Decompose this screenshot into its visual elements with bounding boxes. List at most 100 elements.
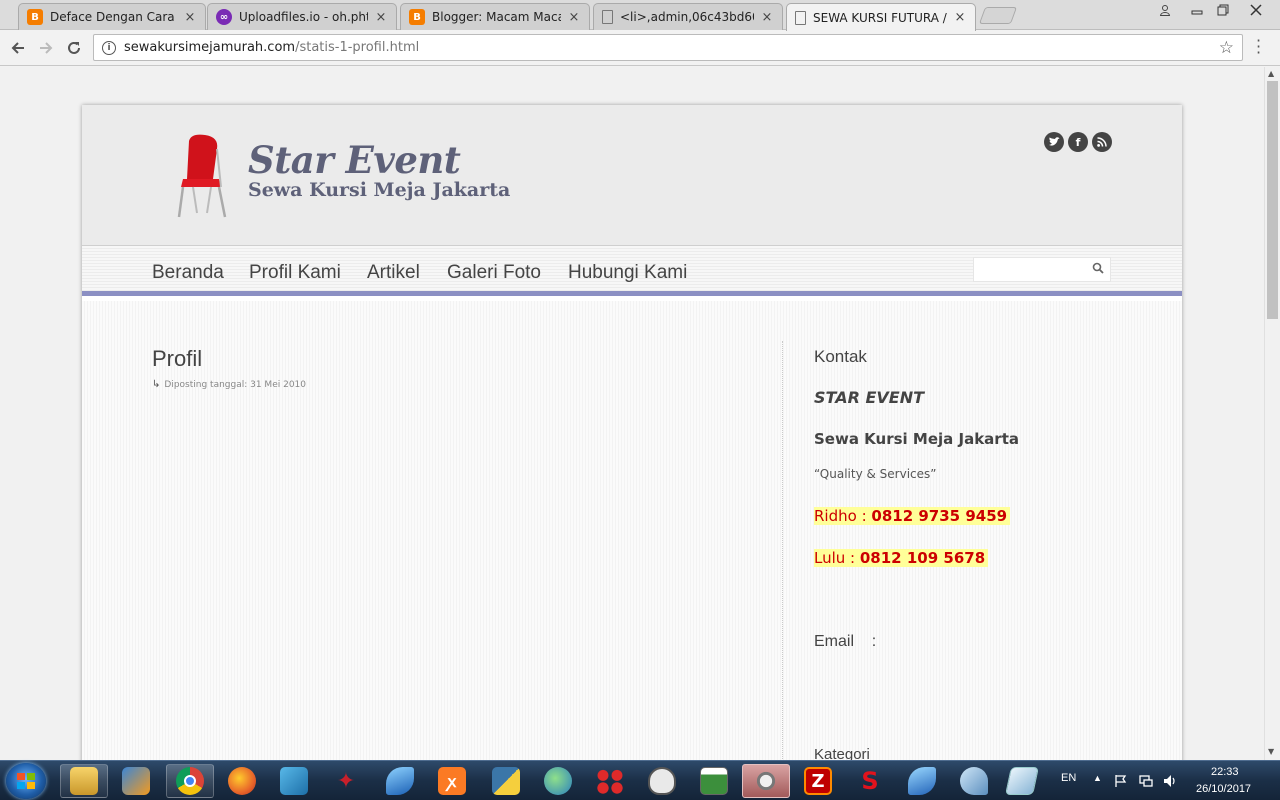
tab-close-icon[interactable]: ×	[183, 10, 197, 25]
windows-taskbar: ✦ ꭗ Z S EN ▲ 22:33 26/10/2017	[0, 760, 1280, 800]
bird-icon	[960, 767, 988, 795]
phone-label: Ridho :	[814, 507, 872, 525]
language-indicator[interactable]: EN	[1061, 772, 1076, 784]
scroll-down-icon[interactable]: ▼	[1268, 747, 1274, 756]
fin-icon	[908, 767, 936, 795]
folder-icon	[70, 767, 98, 795]
taskbar-network[interactable]	[534, 764, 582, 798]
fin-icon	[386, 767, 414, 795]
search-input[interactable]	[974, 258, 1084, 281]
brand-title[interactable]: Star Event	[248, 138, 461, 182]
tri-logo-icon: ✦	[336, 768, 356, 794]
new-tab-button[interactable]	[978, 7, 1018, 24]
twitter-icon[interactable]	[1044, 132, 1064, 152]
nav-galeri-foto[interactable]: Galeri Foto	[447, 262, 541, 284]
nav-artikel[interactable]: Artikel	[367, 262, 420, 284]
taskbar-firefox[interactable]	[218, 764, 266, 798]
document-icon	[602, 10, 613, 24]
facebook-icon[interactable]: f	[1068, 132, 1088, 152]
nav-hubungi-kami[interactable]: Hubungi Kami	[568, 262, 687, 284]
company-name: STAR EVENT	[814, 388, 925, 407]
forward-button[interactable]	[35, 37, 57, 59]
taskbar-app-bird[interactable]	[950, 764, 998, 798]
phone-number: 0812 109 5678	[859, 549, 986, 567]
tab-deface[interactable]: B Deface Dengan Cara Reg ×	[18, 3, 206, 30]
tab-close-icon[interactable]: ×	[567, 10, 581, 25]
taskbar-explorer[interactable]	[60, 764, 108, 798]
meta-arrow-icon: ↳	[152, 379, 161, 390]
bookmark-star-icon[interactable]: ☆	[1219, 38, 1234, 58]
restore-button[interactable]	[1210, 0, 1236, 20]
tab-sewa-kursi[interactable]: SEWA KURSI FUTURA / K ×	[786, 3, 976, 31]
media-player-icon	[122, 767, 150, 795]
taskbar-app-badge[interactable]	[638, 764, 686, 798]
taskbar-app-red-tri[interactable]: ✦	[322, 764, 370, 798]
email-label: Email :	[814, 633, 877, 650]
minimize-button[interactable]	[1184, 0, 1210, 20]
document-icon	[795, 10, 806, 25]
page-title: Profil	[152, 346, 203, 371]
tray-expand-icon[interactable]: ▲	[1093, 773, 1102, 783]
phone-lulu: Lulu : 0812 109 5678	[814, 549, 989, 567]
tab-uploadfiles[interactable]: ∞ Uploadfiles.io - oh.phtml ×	[207, 3, 397, 30]
taskbar-app-glass[interactable]	[998, 764, 1046, 798]
restore-icon	[1217, 4, 1229, 16]
start-button[interactable]	[6, 763, 46, 799]
rss-icon[interactable]	[1092, 132, 1112, 152]
firefox-icon	[228, 767, 256, 795]
flag-tray-icon[interactable]	[1114, 774, 1128, 788]
taskbar-app-fin[interactable]	[376, 764, 424, 798]
taskbar-app-s[interactable]: S	[846, 764, 894, 798]
twitter-bird-icon	[1049, 137, 1060, 146]
tab-close-icon[interactable]: ×	[374, 10, 388, 25]
site-container: Star Event Sewa Kursi Meja Jakarta f Ber…	[82, 105, 1182, 760]
scroll-up-icon[interactable]: ▲	[1268, 69, 1274, 78]
filezilla-icon: Z	[804, 767, 832, 795]
taskbar-media-player[interactable]	[112, 764, 160, 798]
taskbar-python[interactable]	[482, 764, 530, 798]
reload-button[interactable]	[63, 37, 85, 59]
taskbar-app-active[interactable]	[742, 764, 790, 798]
clock-date[interactable]: 26/10/2017	[1196, 783, 1251, 795]
content-area: Profil ↳ Diposting tanggal: 31 Mei 2010 K…	[82, 301, 1182, 760]
phone-ridho: Ridho : 0812 9735 9459	[814, 507, 1011, 525]
tab-title: Uploadfiles.io - oh.phtml	[239, 10, 368, 24]
column-divider	[782, 341, 783, 760]
taskbar-chrome[interactable]	[166, 764, 214, 798]
tab-close-icon[interactable]: ×	[760, 10, 774, 25]
taskbar-app-dots[interactable]	[586, 764, 634, 798]
user-profile-button[interactable]	[1154, 0, 1176, 20]
back-button[interactable]	[7, 37, 29, 59]
search-icon[interactable]	[1092, 262, 1104, 274]
rss-feed-icon	[1097, 137, 1107, 147]
tab-close-icon[interactable]: ×	[953, 10, 967, 25]
nav-profil-kami[interactable]: Profil Kami	[249, 262, 341, 284]
browser-menu-icon[interactable]: · · ·	[1256, 33, 1261, 61]
post-meta: ↳ Diposting tanggal: 31 Mei 2010	[152, 379, 306, 390]
site-search	[973, 257, 1111, 282]
tab-title: Deface Dengan Cara Reg	[50, 10, 177, 24]
taskbar-app-fin2[interactable]	[898, 764, 946, 798]
taskbar-app-window[interactable]	[690, 764, 738, 798]
taskbar-app-blue[interactable]	[270, 764, 318, 798]
address-bar[interactable]: i sewakursimejamurah.com /statis-1-profi…	[93, 34, 1243, 61]
xampp-icon: ꭗ	[438, 767, 466, 795]
clock-time[interactable]: 22:33	[1211, 766, 1239, 778]
python-icon	[492, 767, 520, 795]
phone-number: 0812 9735 9459	[871, 507, 1008, 525]
taskbar-filezilla[interactable]: Z	[794, 764, 842, 798]
volume-tray-icon[interactable]	[1163, 774, 1177, 788]
page-viewport: Star Event Sewa Kursi Meja Jakarta f Ber…	[0, 67, 1264, 760]
tab-strip: B Deface Dengan Cara Reg × ∞ Uploadfiles…	[0, 0, 1280, 31]
tab-blogger[interactable]: B Blogger: Macam Macam ×	[400, 3, 590, 30]
glass-icon	[1005, 767, 1039, 795]
network-tray-icon[interactable]	[1139, 774, 1153, 788]
scroll-thumb[interactable]	[1267, 81, 1278, 319]
tab-admin[interactable]: <li>,admin,06c43bd609e ×	[593, 3, 783, 30]
nav-beranda[interactable]: Beranda	[152, 262, 224, 284]
taskbar-xampp[interactable]: ꭗ	[428, 764, 476, 798]
page-scrollbar[interactable]: ▲ ▼	[1264, 67, 1280, 760]
close-window-button[interactable]	[1236, 0, 1276, 20]
info-icon[interactable]: i	[102, 40, 116, 55]
badge-icon	[648, 767, 676, 795]
